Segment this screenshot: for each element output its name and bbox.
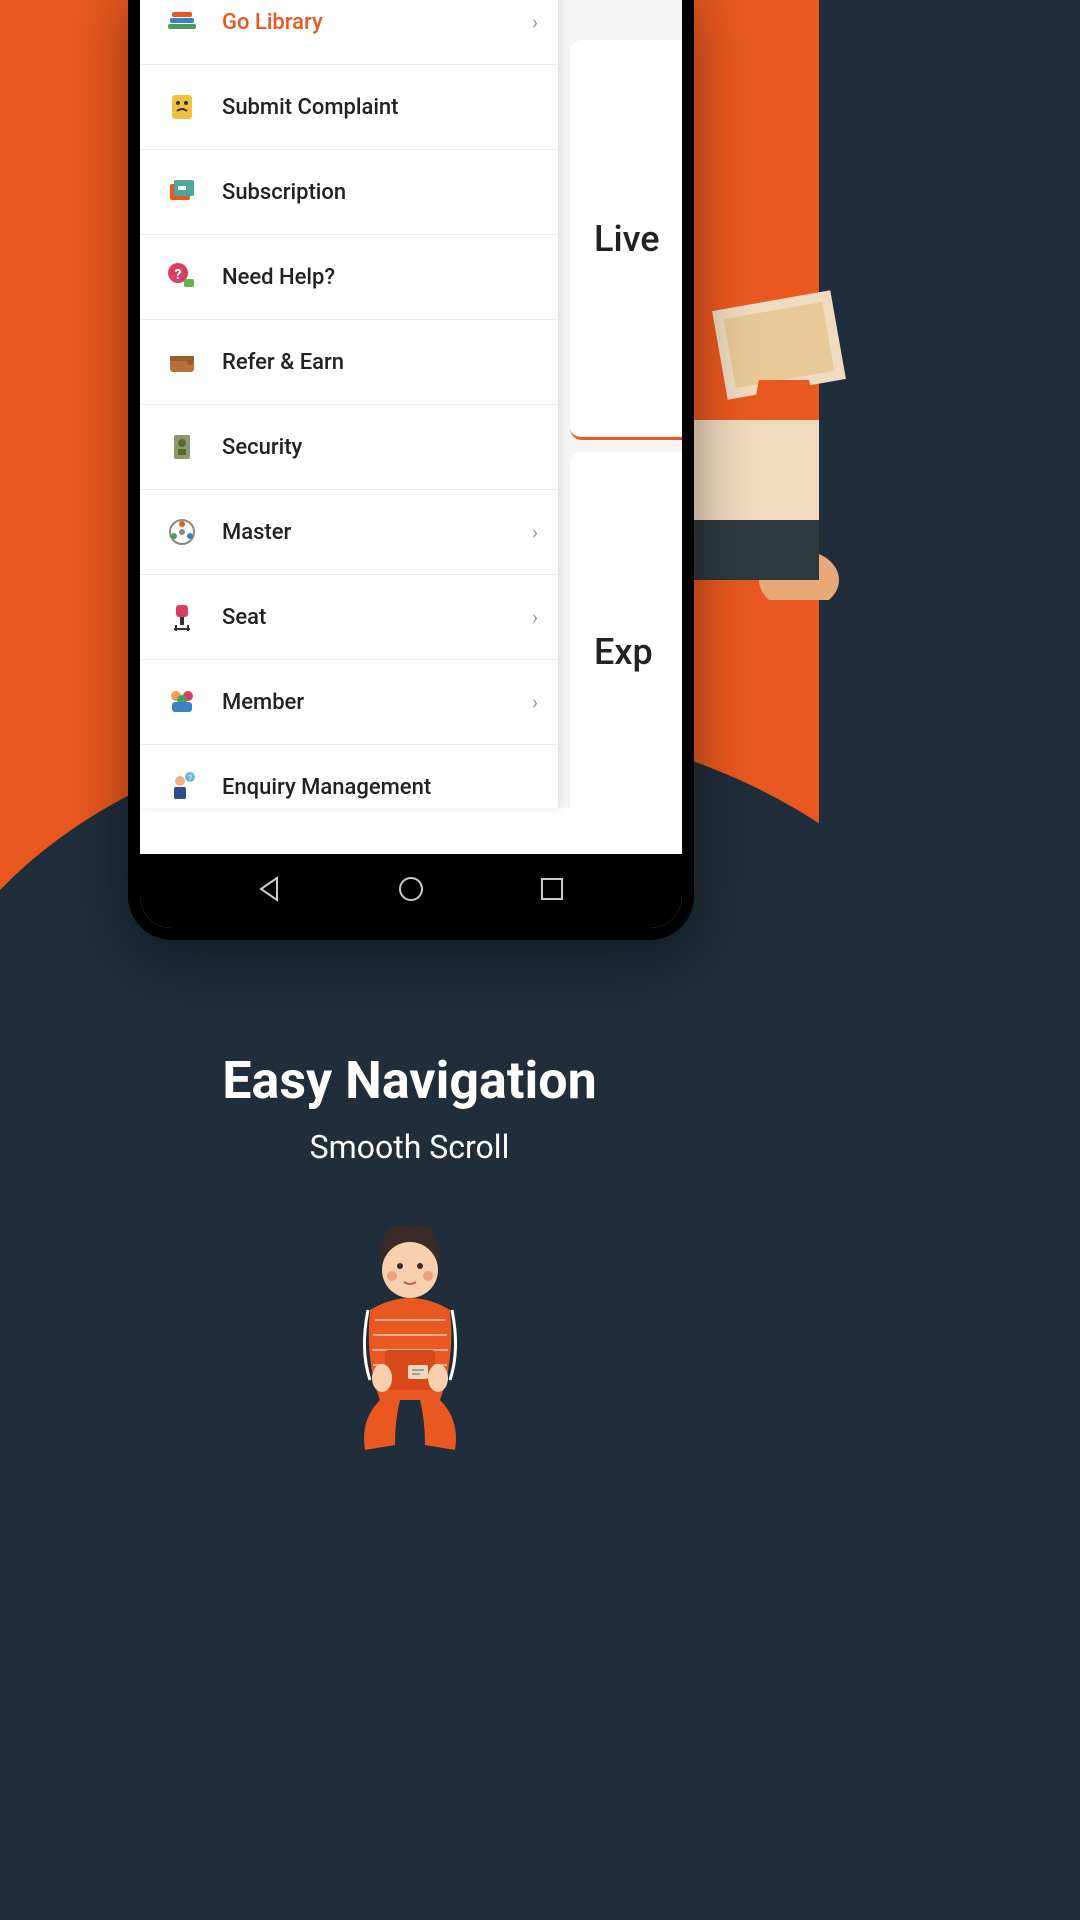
menu-item-help[interactable]: ? Need Help? — [140, 235, 558, 320]
menu-item-refer[interactable]: Refer & Earn — [140, 320, 558, 405]
home-button[interactable] — [396, 874, 426, 908]
menu-item-enquiry[interactable]: ? Enquiry Management — [140, 745, 558, 808]
menu-label: Security — [222, 435, 538, 460]
complaint-icon — [164, 89, 200, 125]
menu-label: Need Help? — [222, 265, 538, 290]
menu-label: Subscription — [222, 180, 538, 205]
help-icon: ? — [164, 259, 200, 295]
promo-title: Easy Navigation — [0, 1050, 819, 1111]
card-label: Live — [594, 218, 660, 260]
chevron-right-icon: › — [532, 520, 538, 544]
card-exp[interactable]: Exp — [570, 452, 682, 852]
svg-text:?: ? — [188, 774, 192, 783]
menu-label: Seat — [222, 605, 532, 630]
menu-item-seat[interactable]: Seat › — [140, 575, 558, 660]
member-icon — [164, 684, 200, 720]
android-nav-bar — [140, 854, 682, 928]
security-icon — [164, 429, 200, 465]
svg-text:?: ? — [175, 267, 182, 283]
seat-icon — [164, 599, 200, 635]
chevron-right-icon: › — [532, 690, 538, 714]
menu-item-subscription[interactable]: Subscription — [140, 150, 558, 235]
chevron-right-icon: › — [532, 605, 538, 629]
card-label: Exp — [594, 631, 653, 673]
master-icon — [164, 514, 200, 550]
wallet-icon — [164, 174, 200, 210]
menu-item-security[interactable]: Security — [140, 405, 558, 490]
menu-label: Member — [222, 690, 532, 715]
menu-label: Master — [222, 520, 532, 545]
books-icon — [164, 4, 200, 40]
book-stack-illustration — [679, 420, 819, 620]
nav-drawer: Go Library › Submit Complaint Subscripti… — [140, 0, 558, 808]
menu-item-member[interactable]: Member › — [140, 660, 558, 745]
phone-screen: Live Exp Go Library › Submit Complaint — [140, 0, 682, 928]
menu-item-master[interactable]: Master › — [140, 490, 558, 575]
menu-label: Go Library — [222, 10, 532, 35]
menu-label: Enquiry Management — [222, 775, 538, 800]
menu-label: Submit Complaint — [222, 95, 538, 120]
phone-frame: Live Exp Go Library › Submit Complaint — [128, 0, 694, 940]
refer-icon — [164, 344, 200, 380]
back-button[interactable] — [255, 874, 285, 908]
main-content-backdrop: Live Exp — [558, 0, 682, 808]
card-live[interactable]: Live — [570, 40, 682, 440]
menu-label: Refer & Earn — [222, 350, 538, 375]
reader-illustration — [310, 1220, 510, 1464]
menu-item-complaint[interactable]: Submit Complaint — [140, 65, 558, 150]
enquiry-icon: ? — [164, 769, 200, 805]
promo-subtitle: Smooth Scroll — [0, 1128, 819, 1166]
menu-item-library[interactable]: Go Library › — [140, 0, 558, 65]
chevron-right-icon: › — [532, 10, 538, 34]
recent-button[interactable] — [537, 874, 567, 908]
